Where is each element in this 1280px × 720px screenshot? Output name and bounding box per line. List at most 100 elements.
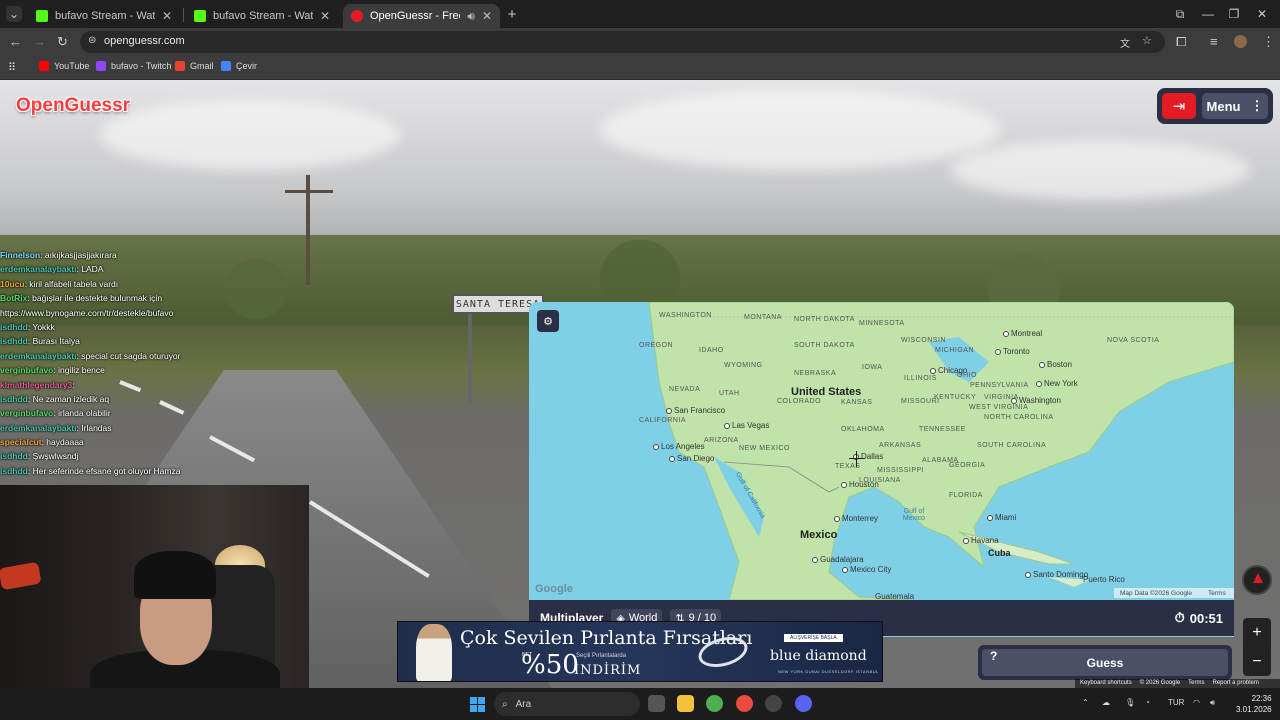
forward-icon[interactable]: → — [33, 34, 46, 49]
start-icon[interactable] — [470, 697, 485, 712]
network-icon[interactable]: ◔ — [1145, 698, 1150, 707]
ad-banner[interactable]: Çok Sevilen Pırlanta Fırsatları NET %50 … — [397, 621, 883, 682]
map-label-region: KENTUCKY — [934, 394, 977, 401]
language-indicator[interactable]: TUR — [1168, 698, 1184, 707]
discord-icon[interactable] — [795, 695, 812, 712]
chrome-icon[interactable] — [706, 695, 723, 712]
ad-discount: İNDİRİM — [574, 663, 642, 678]
chat-message: isdhdd: Ne zaman izledik aq — [0, 394, 300, 408]
map-label-region: MONTANA — [744, 314, 782, 321]
map-label-region: TENNESSEE — [919, 426, 966, 433]
sliders-icon: ⚙ — [543, 315, 553, 328]
tab-bufavo-1[interactable]: bufavo Stream - Watch Live on ✕ — [28, 4, 180, 28]
chat-username: erdemkanalaybaktı — [0, 264, 77, 275]
cloud-icon[interactable]: ☁ — [1102, 698, 1110, 707]
profile-avatar[interactable] — [1234, 35, 1247, 48]
app-icon[interactable] — [765, 695, 782, 712]
volume-icon[interactable]: 🔊︎ — [1210, 698, 1215, 708]
openguessr-logo[interactable]: OpenGuessr — [16, 95, 130, 117]
ad-cities: NEW YORK DUBAI DUSSELDORF ISTANBUL — [778, 669, 879, 674]
wifi-icon[interactable]: ◠ — [1193, 698, 1200, 707]
exit-button[interactable]: ⇥ — [1162, 93, 1196, 119]
round-timer: ⏱ 00:51 — [1175, 610, 1223, 626]
tab-search-icon[interactable]: ⧉ — [1172, 6, 1188, 22]
tab-openguessr[interactable]: OpenGuessr - Free GeoGue 🔊︎ ✕ — [343, 4, 500, 28]
zoom-out-button[interactable]: − — [1243, 647, 1271, 676]
chat-username: verginbufavo — [0, 408, 54, 419]
zoom-control: + − — [1243, 618, 1271, 676]
media-icon[interactable]: ≡ — [1210, 34, 1218, 49]
chrome-active-icon[interactable] — [736, 695, 753, 712]
ad-brand: blue diamond — [770, 648, 867, 664]
compass-icon[interactable] — [1242, 565, 1272, 595]
minimize-icon[interactable]: — — [1200, 6, 1216, 22]
bookmark-translate[interactable]: Çevir — [221, 61, 257, 71]
taskbar-search[interactable]: ⌕ Ara — [494, 692, 640, 716]
reload-icon[interactable]: ↻ — [57, 34, 68, 50]
speaker-icon[interactable]: 🔊︎ — [467, 9, 475, 24]
map-terms-link[interactable]: Terms — [1208, 590, 1226, 597]
bookmark-label: bufavo - Twitch — [111, 61, 172, 71]
tab-list-icon[interactable]: ⌄ — [6, 6, 22, 22]
bookmark-gmail[interactable]: Gmail — [175, 61, 214, 71]
task-view-icon[interactable] — [648, 695, 665, 712]
bookmark-youtube[interactable]: YouTube — [39, 61, 89, 71]
chat-username: verginbufavo — [0, 365, 54, 376]
map-label-region: MINNESOTA — [859, 320, 905, 327]
ad-cta-badge[interactable]: ALIŞVERİŞE BAŞLA — [784, 634, 843, 642]
new-tab-icon[interactable]: + — [505, 6, 519, 23]
back-icon[interactable]: ← — [9, 34, 22, 49]
map-label-city: Montreal — [1003, 329, 1042, 338]
window-close-icon[interactable]: ✕ — [1254, 6, 1270, 22]
cloud — [600, 90, 1000, 170]
menu-button[interactable]: Menu ⋮ — [1202, 93, 1268, 119]
extensions-icon[interactable]: ⧠ — [1176, 34, 1186, 50]
apps-icon[interactable]: ⠿ — [8, 61, 16, 74]
kebab-menu-icon[interactable]: ⋮ — [1262, 34, 1275, 50]
terms-link[interactable]: Terms — [1188, 679, 1204, 688]
report-problem-link[interactable]: Report a problem — [1213, 679, 1259, 688]
clock-time: 22:36 — [1251, 694, 1272, 703]
tab-bufavo-2[interactable]: bufavo Stream - Watch Live on ✕ — [186, 4, 338, 28]
map-label-region: ARIZONA — [704, 437, 739, 444]
file-explorer-icon[interactable] — [677, 695, 694, 712]
map-label-region: NOVA SCOTIA — [1107, 337, 1160, 344]
chat-text: : kiril alfabeli tabela vardı — [24, 278, 119, 289]
close-icon[interactable]: ✕ — [320, 9, 330, 23]
close-icon[interactable]: ✕ — [162, 9, 172, 23]
bookmark-twitch[interactable]: bufavo - Twitch — [96, 61, 171, 71]
bookmark-label: YouTube — [54, 61, 90, 71]
help-button[interactable]: ? — [990, 649, 997, 663]
guess-bar: Guess ? — [978, 645, 1232, 680]
zoom-in-button[interactable]: + — [1243, 618, 1271, 647]
guess-map[interactable]: ⚙ United States Mexico Cuba WASHINGTON MO… — [529, 302, 1234, 637]
stopwatch-icon: ⏱ — [1174, 610, 1185, 625]
chat-text: : haydaaaa — [41, 437, 84, 448]
address-bar[interactable]: ⊜ openguessr.com 文 ☆ — [80, 31, 1165, 53]
microphone-icon[interactable]: 🎙︎ — [1125, 698, 1135, 707]
chat-username: erdemkanalaybaktı — [0, 422, 77, 433]
site-info-icon[interactable]: ⊜ — [88, 35, 96, 46]
map-label-region: KANSAS — [841, 399, 873, 406]
chat-message: isdhdd: Burası İtalya — [0, 336, 300, 350]
restore-icon[interactable]: ❐ — [1226, 6, 1242, 22]
map-label-city: Chicago — [930, 366, 967, 375]
map-settings-button[interactable]: ⚙ — [537, 310, 559, 332]
map-label-city: Mexico City — [842, 565, 891, 574]
guess-button[interactable]: Guess — [982, 649, 1228, 676]
kebab-icon: ⋮ — [1250, 98, 1264, 113]
keyboard-shortcuts-link[interactable]: Keyboard shortcuts — [1080, 679, 1132, 688]
clock[interactable]: 22:36 3.01.2026 — [1236, 693, 1272, 715]
close-icon[interactable]: ✕ — [482, 9, 492, 23]
map-label-region: NEVADA — [669, 386, 701, 393]
chat-message: isdhdd: Her seferinde efsane got oluyor … — [0, 466, 300, 480]
map-label-region: SOUTH CAROLINA — [977, 442, 1047, 449]
chat-text: : Ne zaman izledik aq — [27, 393, 110, 404]
tray-overflow-icon[interactable]: ⌃ — [1082, 698, 1089, 707]
bookmark-star-icon[interactable]: ☆ — [1142, 34, 1152, 47]
map-crosshair — [856, 451, 857, 467]
webcam-object — [0, 561, 42, 591]
street-view-panorama[interactable]: SANTA TERESA OpenGuessr ⇥ Menu ⋮ Finnels… — [0, 80, 1280, 688]
map-crosshair — [849, 458, 865, 459]
translate-icon[interactable]: 文 — [1120, 35, 1130, 50]
